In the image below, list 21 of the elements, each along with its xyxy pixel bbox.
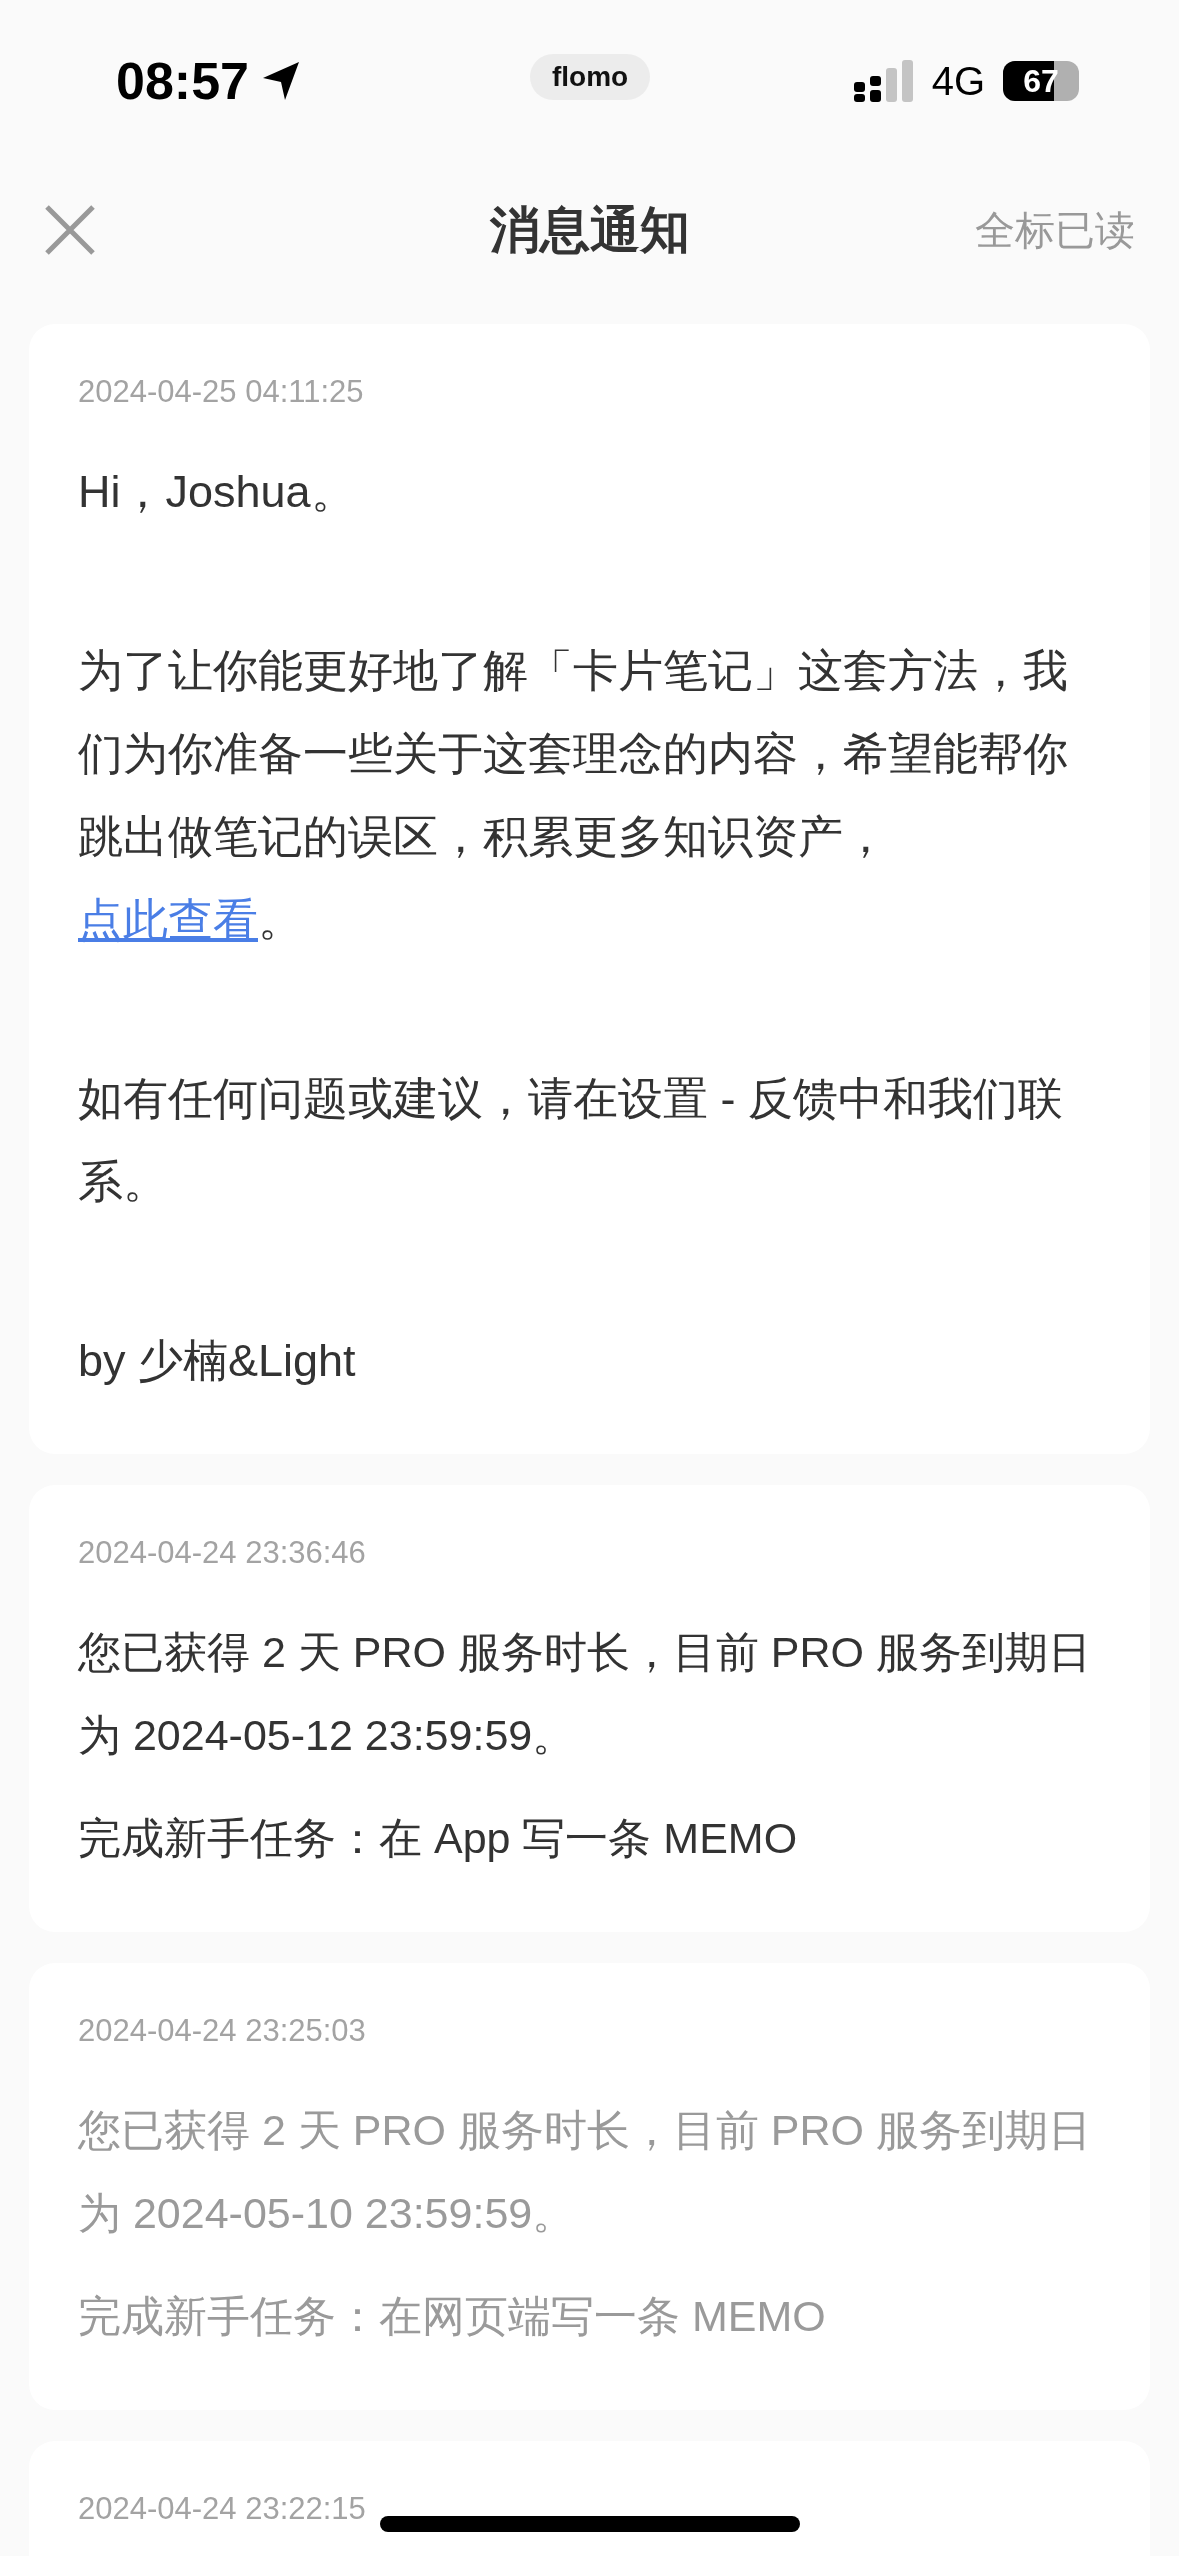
view-link[interactable]: 点此查看 — [78, 894, 258, 945]
message-text: 完成新手任务：在网页端写一条 MEMO — [78, 2291, 827, 2342]
message-text: 您已获得 2 天 PRO 服务时长，目前 PRO 服务到期日为 2024-05-12 23:59:59。 — [78, 1627, 1092, 1761]
message-time: 2024-04-24 23:36:46 — [78, 1535, 366, 1571]
message-text: Hi，Joshua。 — [78, 465, 357, 519]
message-text: 为了让你能更好地了解「卡片笔记」这套方法，我们为你准备一些关于这套理念的内容，希望能帮你跳出做笔记的误区，积累更多知识资产， 点此查看。 — [78, 644, 1069, 947]
message-text: by 少楠&Light — [78, 1334, 357, 1388]
signal-icon — [853, 60, 914, 102]
message-time: 2024-04-24 23:22:15 — [78, 2491, 366, 2527]
network-label: 4G — [931, 58, 985, 104]
app-pill: flomo — [530, 54, 651, 100]
page-title: 消息通知 — [489, 201, 690, 258]
close-icon[interactable] — [44, 204, 96, 256]
message-text: 如有任何问题或建议，请在设置 - 反馈中和我们联系。 — [78, 1072, 1064, 1209]
message-text: 完成新手任务：在 App 写一条 MEMO — [78, 1813, 799, 1864]
message-time: 2024-04-25 04:11:25 — [78, 374, 364, 410]
message-text: 您已获得 2 天 PRO 服务时长，目前 PRO 服务到期日为 2024-05-10 23:59:59。 — [78, 2105, 1092, 2239]
location-arrow-icon — [261, 60, 301, 102]
mark-all-read-button[interactable]: 全标已读 — [975, 202, 1135, 258]
message-time: 2024-04-24 23:25:03 — [78, 2013, 366, 2049]
status-time: 08:57 — [116, 51, 249, 111]
